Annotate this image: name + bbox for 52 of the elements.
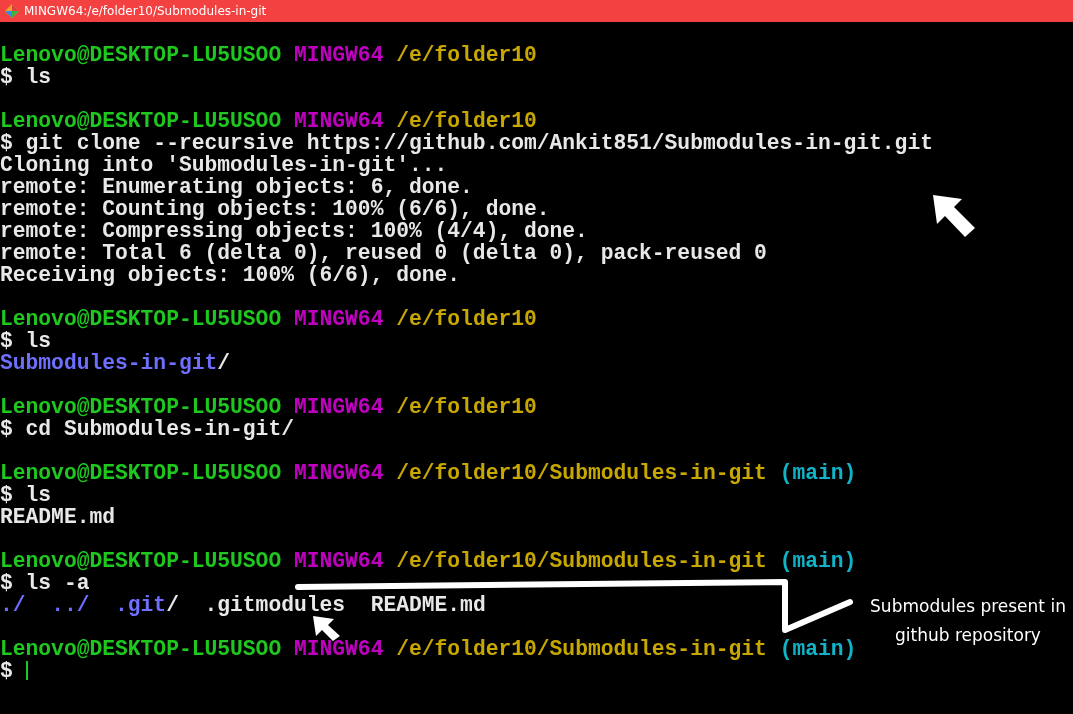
prompt-user: Lenovo@DESKTOP-LU5USOO: [0, 109, 282, 133]
prompt-shell: MINGW64: [293, 395, 384, 419]
output-text: /: [217, 351, 231, 375]
output-text: .gitmodules: [204, 593, 346, 617]
prompt-user: Lenovo@DESKTOP-LU5USOO: [0, 549, 282, 573]
prompt-path: /e/folder10: [396, 109, 537, 133]
prompt-branch: (main): [779, 461, 857, 485]
command-line: $ ls -a: [0, 571, 90, 595]
output-text: remote: Total 6 (delta 0), reused 0 (delta 0), pack-reused 0: [0, 241, 767, 265]
prompt-user: Lenovo@DESKTOP-LU5USOO: [0, 461, 282, 485]
command-line: $ ls: [0, 483, 52, 507]
command-line: $ git clone --recursive https://github.com/Ankit851/Submodules-in-git.git: [0, 131, 933, 155]
prompt-shell: MINGW64: [293, 549, 384, 573]
command-line: $ ls: [0, 65, 52, 89]
output-text: ../: [51, 593, 90, 617]
output-text: README.md: [0, 505, 116, 529]
prompt-path: /e/folder10/Submodules-in-git: [396, 637, 767, 661]
prompt-user: Lenovo@DESKTOP-LU5USOO: [0, 395, 282, 419]
output-text: Submodules-in-git: [0, 351, 218, 375]
prompt-path: /e/folder10: [396, 395, 537, 419]
prompt-path: /e/folder10/Submodules-in-git: [396, 461, 767, 485]
prompt-user: Lenovo@DESKTOP-LU5USOO: [0, 637, 282, 661]
prompt-path: /e/folder10: [396, 43, 537, 67]
output-text: /: [166, 593, 179, 617]
prompt-shell: MINGW64: [293, 461, 384, 485]
app-icon: [4, 3, 20, 19]
output-text: Cloning into 'Submodules-in-git'...: [0, 153, 448, 177]
prompt-shell: MINGW64: [293, 637, 384, 661]
annotation-text: Submodules present in github repository: [869, 595, 1067, 647]
prompt-shell: MINGW64: [293, 307, 384, 331]
prompt-branch: (main): [779, 549, 857, 573]
command-line: $ cd Submodules-in-git/: [0, 417, 294, 441]
output-text: remote: Compressing objects: 100% (4/4), done.: [0, 219, 588, 243]
output-text: .git: [115, 593, 167, 617]
output-text: remote: Enumerating objects: 6, done.: [0, 175, 473, 199]
window-title: MINGW64:/e/folder10/Submodules-in-git: [24, 3, 267, 20]
prompt-shell: MINGW64: [293, 43, 384, 67]
prompt-shell: MINGW64: [293, 109, 384, 133]
output-text: ./: [0, 593, 26, 617]
arrow-icon: [313, 616, 340, 641]
prompt-symbol: $: [0, 659, 13, 683]
text-cursor: [25, 661, 28, 680]
output-text: remote: Counting objects: 100% (6/6), done.: [0, 197, 550, 221]
prompt-path: /e/folder10: [396, 307, 537, 331]
command-line: $ ls: [0, 329, 52, 353]
prompt-branch: (main): [779, 637, 857, 661]
output-text: Receiving objects: 100% (6/6), done.: [0, 263, 461, 287]
prompt-user: Lenovo@DESKTOP-LU5USOO: [0, 43, 282, 67]
prompt-path: /e/folder10/Submodules-in-git: [396, 549, 767, 573]
prompt-user: Lenovo@DESKTOP-LU5USOO: [0, 307, 282, 331]
output-text: README.md: [370, 593, 486, 617]
arrow-icon: [933, 195, 975, 237]
